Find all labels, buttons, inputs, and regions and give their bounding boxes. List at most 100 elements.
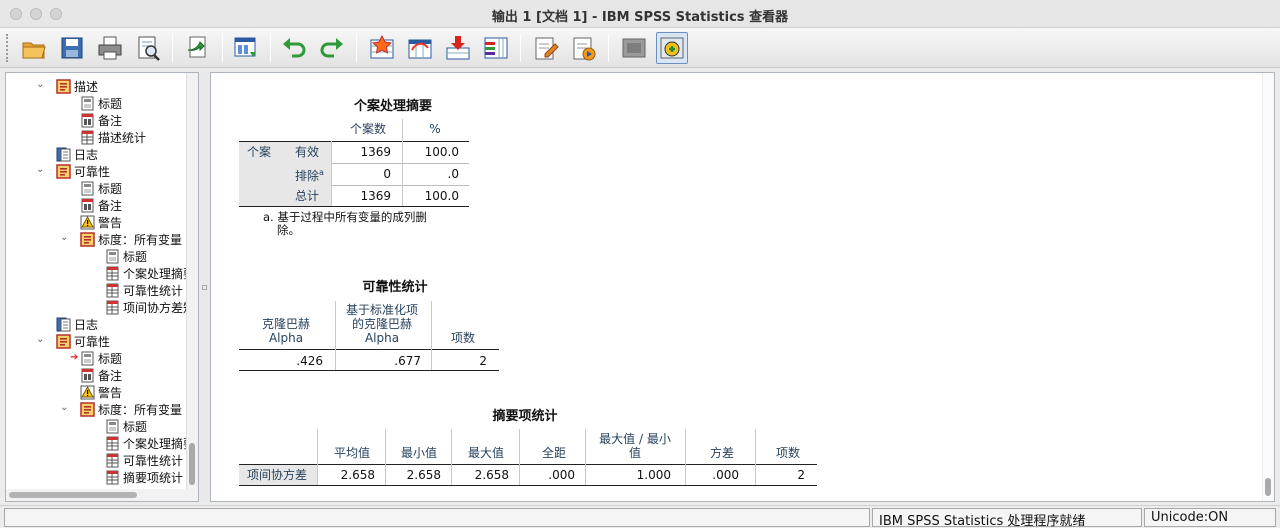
outline-item-label: 标题 — [98, 352, 123, 366]
expand-toggle-icon[interactable]: ⌄ — [36, 334, 44, 345]
col-header-n: 个案数 — [349, 122, 386, 136]
grid-line — [402, 141, 403, 206]
outline-item[interactable]: 项间协方差矩阵 — [105, 299, 198, 316]
outline-item-label: 标题 — [98, 97, 123, 111]
outline-item[interactable]: 备注 — [80, 197, 122, 214]
unicode-status: Unicode:ON — [1144, 508, 1276, 527]
outline-item-label: 标度：所有变量 — [98, 403, 183, 417]
toolbar-grip[interactable] — [6, 34, 10, 62]
outline-item[interactable]: 可靠性 — [56, 163, 110, 180]
table-rule — [239, 485, 817, 486]
expand-toggle-icon[interactable]: ⌄ — [36, 164, 44, 175]
toolbar — [0, 28, 1280, 68]
grid-line — [402, 119, 403, 140]
outline-item[interactable]: 备注 — [80, 367, 122, 384]
print-icon[interactable] — [94, 32, 126, 64]
outline-item[interactable]: 描述统计 — [80, 129, 146, 146]
outline-item[interactable]: 日志 — [56, 316, 98, 333]
outline-item[interactable]: 可靠性统计 — [105, 452, 183, 469]
designate-window-icon[interactable] — [656, 32, 688, 64]
outline-item[interactable]: 可靠性统计 — [105, 282, 183, 299]
title-icon — [80, 181, 95, 196]
grid-line — [431, 301, 432, 350]
outline-item[interactable]: 标题 — [80, 95, 122, 112]
cell-std-alpha: .677 — [394, 354, 421, 368]
grid-line — [755, 429, 756, 485]
outline-horizontal-scrollbar[interactable] — [6, 489, 188, 501]
grid-line — [385, 429, 386, 485]
outline-item[interactable]: 标度：所有变量 — [80, 231, 182, 248]
scroll-thumb[interactable] — [189, 443, 195, 485]
outline-item[interactable]: 个案处理摘要 — [105, 265, 195, 282]
outline-item-label: 日志 — [74, 318, 99, 332]
expand-toggle-icon[interactable]: ⌄ — [60, 232, 68, 243]
outline-item-label: 可靠性统计 — [123, 284, 184, 298]
col-header-mean: 平均值 — [333, 446, 370, 460]
table-icon — [105, 470, 120, 485]
cell-n-items: 2 — [797, 468, 805, 482]
print-preview-icon[interactable] — [132, 32, 164, 64]
redo-icon[interactable] — [316, 32, 348, 64]
outline-item-label: 描述 — [74, 80, 99, 94]
save-icon[interactable] — [56, 32, 88, 64]
outline-item[interactable]: 警告 — [80, 384, 122, 401]
show-data-icon[interactable] — [568, 32, 600, 64]
outline-item[interactable]: 描述 — [56, 78, 98, 95]
cell-valid-pct: 100.0 — [424, 145, 459, 159]
expand-toggle-icon[interactable]: ⌄ — [36, 79, 44, 90]
output-content-pane[interactable]: 个案处理摘要 个案数 % 个案 有效 1369 100.0 排除a 0 .0 总… — [210, 72, 1275, 502]
goto-case-icon[interactable] — [366, 32, 398, 64]
outline-item[interactable]: 标度：所有变量 — [80, 401, 182, 418]
outline-item[interactable]: 标题 — [105, 248, 147, 265]
outline-item[interactable]: 个案处理摘要 — [105, 435, 195, 452]
expand-toggle-icon[interactable]: ⌄ — [60, 402, 68, 413]
goto-data-icon[interactable] — [230, 32, 262, 64]
outline-item-label: 警告 — [98, 386, 123, 400]
outline-item-label: 可靠性统计 — [123, 454, 184, 468]
outline-item-label: 标题 — [123, 250, 148, 264]
row-group-label: 个案 — [247, 145, 272, 159]
outline-item[interactable]: 标题 — [80, 350, 122, 367]
header-line: 值 — [628, 446, 641, 460]
outline-item[interactable]: 日志 — [56, 146, 98, 163]
export-icon[interactable] — [182, 32, 214, 64]
col-header-ratio: 最大值 / 最小值 — [587, 432, 683, 460]
insert-output-icon[interactable] — [442, 32, 474, 64]
hide-icon[interactable] — [618, 32, 650, 64]
book-icon — [80, 402, 95, 417]
undo-icon[interactable] — [278, 32, 310, 64]
scroll-thumb[interactable] — [1265, 478, 1271, 496]
variables-icon[interactable] — [480, 32, 512, 64]
grid-line — [331, 163, 469, 164]
goto-variable-icon[interactable] — [404, 32, 436, 64]
notes-icon — [80, 368, 95, 383]
table-icon — [105, 266, 120, 281]
table-rule — [239, 206, 469, 207]
outline-item[interactable]: 摘要项统计 — [105, 469, 183, 486]
edit-output-icon[interactable] — [530, 32, 562, 64]
title-icon — [80, 351, 95, 366]
current-item-arrow-icon: ➔ — [70, 352, 79, 363]
header-line: Alpha — [268, 331, 304, 345]
outline-pane[interactable]: ⌄ 描述 标题 备注 描述统计 日志 ⌄ 可靠性 标题 备注 警告 ⌄ 标度：所有变量 标题 个案处理摘要可… — [5, 72, 199, 502]
open-icon[interactable] — [18, 32, 50, 64]
table-icon — [80, 130, 95, 145]
grid-line — [331, 141, 332, 206]
outline-item[interactable]: 可靠性 — [56, 333, 110, 350]
outline-vertical-scrollbar[interactable] — [186, 73, 198, 501]
outline-item[interactable]: 备注 — [80, 112, 122, 129]
splitter-handle-icon[interactable] — [202, 285, 207, 290]
scroll-thumb[interactable] — [9, 492, 137, 498]
content-vertical-scrollbar[interactable] — [1262, 73, 1274, 501]
grid-line — [335, 301, 336, 350]
pane-splitter[interactable] — [199, 72, 210, 502]
outline-item[interactable]: 标题 — [105, 418, 147, 435]
outline-item-label: 日志 — [74, 148, 99, 162]
outline-item[interactable]: 标题 — [80, 180, 122, 197]
table-icon — [105, 300, 120, 315]
col-header-items: 项数 — [450, 331, 475, 345]
grid-line — [585, 429, 586, 485]
processor-status: IBM SPSS Statistics 处理程序就绪 — [872, 508, 1142, 528]
book-icon — [56, 164, 71, 179]
outline-item[interactable]: 警告 — [80, 214, 122, 231]
